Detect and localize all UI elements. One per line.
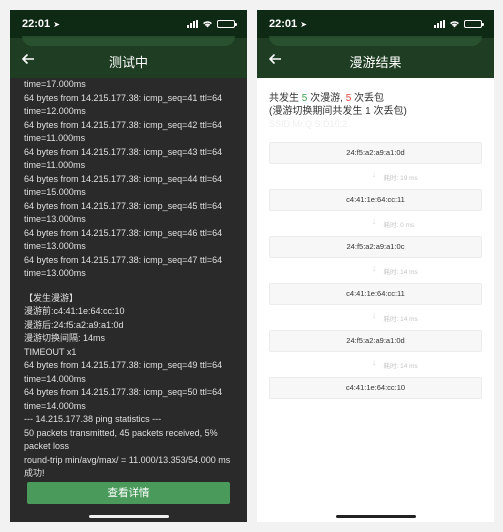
roam-duration: 耗时: 0 ms — [383, 222, 415, 229]
roam-duration: 耗时: 14 ms — [383, 363, 418, 370]
summary-suffix: 次丢包 — [351, 93, 385, 104]
signal-icon — [187, 20, 198, 28]
nav-bar: 测试中 — [10, 36, 247, 78]
roam-duration: 耗时: 14 ms — [383, 269, 418, 276]
ap-node[interactable]: c4:41:1e:64:cc:10 — [269, 377, 482, 399]
log-line: 64 bytes from 14.215.177.38: icmp_seq=43… — [24, 146, 223, 157]
roam-duration: 耗时: 19 ms — [383, 175, 418, 182]
status-time: 22:01 ➤ — [22, 18, 187, 30]
log-line: --- 14.215.177.38 ping statistics --- — [24, 414, 162, 424]
roaming-timeline: 24:f5:a2:a9:a1:0d ↓ 耗时: 19 ms c4:41:1e:64… — [269, 142, 482, 399]
previous-screen-edge — [22, 36, 235, 46]
status-time-text: 22:01 — [269, 18, 298, 30]
log-line: time=17.000ms — [24, 79, 86, 89]
log-line: time=14.000ms — [24, 400, 86, 411]
log-line: 64 bytes from 14.215.177.38: icmp_seq=42… — [24, 119, 223, 130]
log-line: 64 bytes from 14.215.177.38: icmp_seq=45… — [24, 200, 223, 211]
log-line: 漫游后:24:f5:a2:a9:a1:0d — [24, 319, 124, 330]
log-line: time=13.000ms — [24, 268, 86, 278]
location-arrow-icon: ➤ — [300, 20, 307, 29]
status-time-text: 22:01 — [22, 18, 51, 30]
log-line: 50 packets transmitted, 45 packets recei… — [24, 427, 218, 438]
down-arrow-icon: ↓ — [371, 263, 377, 274]
log-line: round-trip min/avg/max/ = 11.000/13.353/… — [24, 454, 231, 465]
log-line: 漫游切换间隔: 14ms — [24, 333, 106, 343]
summary-mid: 次漫游, — [307, 93, 346, 104]
ap-node[interactable]: 24:f5:a2:a9:a1:0d — [269, 142, 482, 164]
summary-line-2: (漫游切换期间共发生 1 次丢包) — [269, 106, 407, 117]
log-line: 64 bytes from 14.215.177.38: icmp_seq=46… — [24, 227, 223, 238]
faded-ssid-text: SSID:Mr.Q S:D10:2 — [269, 119, 348, 129]
home-indicator[interactable] — [335, 515, 416, 518]
down-arrow-icon: ↓ — [371, 310, 377, 321]
summary-prefix: 共发生 — [269, 93, 302, 104]
log-line: 64 bytes from 14.215.177.38: icmp_seq=50… — [24, 387, 223, 397]
down-arrow-icon: ↓ — [371, 169, 377, 180]
page-title: 漫游结果 — [349, 55, 402, 70]
location-arrow-icon: ➤ — [53, 20, 60, 29]
summary-line-1: 共发生 5 次漫游, 5 次丢包 — [269, 92, 486, 105]
battery-icon — [464, 20, 484, 28]
status-time: 22:01 ➤ — [269, 18, 434, 30]
log-line: 【发生漫游】 — [24, 292, 79, 303]
log-line: 64 bytes from 14.215.177.38: icmp_seq=49… — [24, 360, 223, 370]
log-line: packet loss — [24, 441, 70, 451]
ap-node[interactable]: c4:41:1e:64:cc:11 — [269, 189, 482, 211]
roam-transition: ↓ 耗时: 19 ms — [269, 164, 482, 189]
ap-node[interactable]: c4:41:1e:64:cc:11 — [269, 283, 482, 305]
log-line: 64 bytes from 14.215.177.38: icmp_seq=41… — [24, 92, 223, 103]
log-line: time=14.000ms — [24, 373, 86, 384]
log-line: 漫游前:c4:41:1e:64:cc:10 — [24, 306, 125, 316]
wifi-icon — [203, 21, 212, 28]
log-line: 64 bytes from 14.215.177.38: icmp_seq=47… — [24, 254, 223, 265]
wifi-icon — [450, 21, 459, 28]
home-indicator[interactable] — [88, 515, 169, 518]
down-arrow-icon: ↓ — [371, 357, 377, 368]
roam-transition: ↓ 耗时: 14 ms — [269, 258, 482, 283]
log-line: time=11.000ms — [24, 160, 86, 170]
log-line: time=15.000ms — [24, 187, 86, 197]
roam-transition: ↓ 耗时: 0 ms — [269, 211, 482, 236]
ping-log: time=17.000ms 64 bytes from 14.215.177.3… — [10, 78, 247, 480]
phone-right-roaming-result-screen: 22:01 ➤ 漫游结果 共发生 5 次漫游, 5 次丢包 (漫游切换期间共发生… — [257, 10, 494, 522]
battery-icon — [217, 20, 237, 28]
log-line: time=13.000ms — [24, 241, 86, 251]
roam-transition: ↓ 耗时: 14 ms — [269, 305, 482, 330]
roam-transition: ↓ 耗时: 14 ms — [269, 352, 482, 377]
nav-bar: 漫游结果 — [257, 36, 494, 78]
status-bar: 22:01 ➤ — [10, 10, 247, 38]
phone-left-testing-screen: 22:01 ➤ 测试中 time=17.000ms 64 bytes from … — [10, 10, 247, 522]
log-line: TIMEOUT x1 — [24, 346, 77, 357]
log-line: time=13.000ms — [24, 214, 86, 224]
log-line: 成功! — [24, 468, 45, 478]
down-arrow-icon: ↓ — [371, 216, 377, 227]
roaming-summary: 共发生 5 次漫游, 5 次丢包 (漫游切换期间共发生 1 次丢包) SSID:… — [269, 92, 486, 131]
log-line: 64 bytes from 14.215.177.38: icmp_seq=44… — [24, 173, 223, 184]
signal-icon — [434, 20, 445, 28]
log-line: time=12.000ms — [24, 106, 86, 116]
view-details-button[interactable]: 查看详情 — [27, 482, 230, 504]
ap-node[interactable]: 24:f5:a2:a9:a1:0c — [269, 236, 482, 258]
log-line: time=11.000ms — [24, 133, 86, 143]
ap-node[interactable]: 24:f5:a2:a9:a1:0d — [269, 330, 482, 352]
page-title: 测试中 — [108, 55, 148, 70]
previous-screen-edge — [269, 36, 482, 46]
status-bar: 22:01 ➤ — [257, 10, 494, 38]
roam-duration: 耗时: 14 ms — [383, 316, 418, 323]
